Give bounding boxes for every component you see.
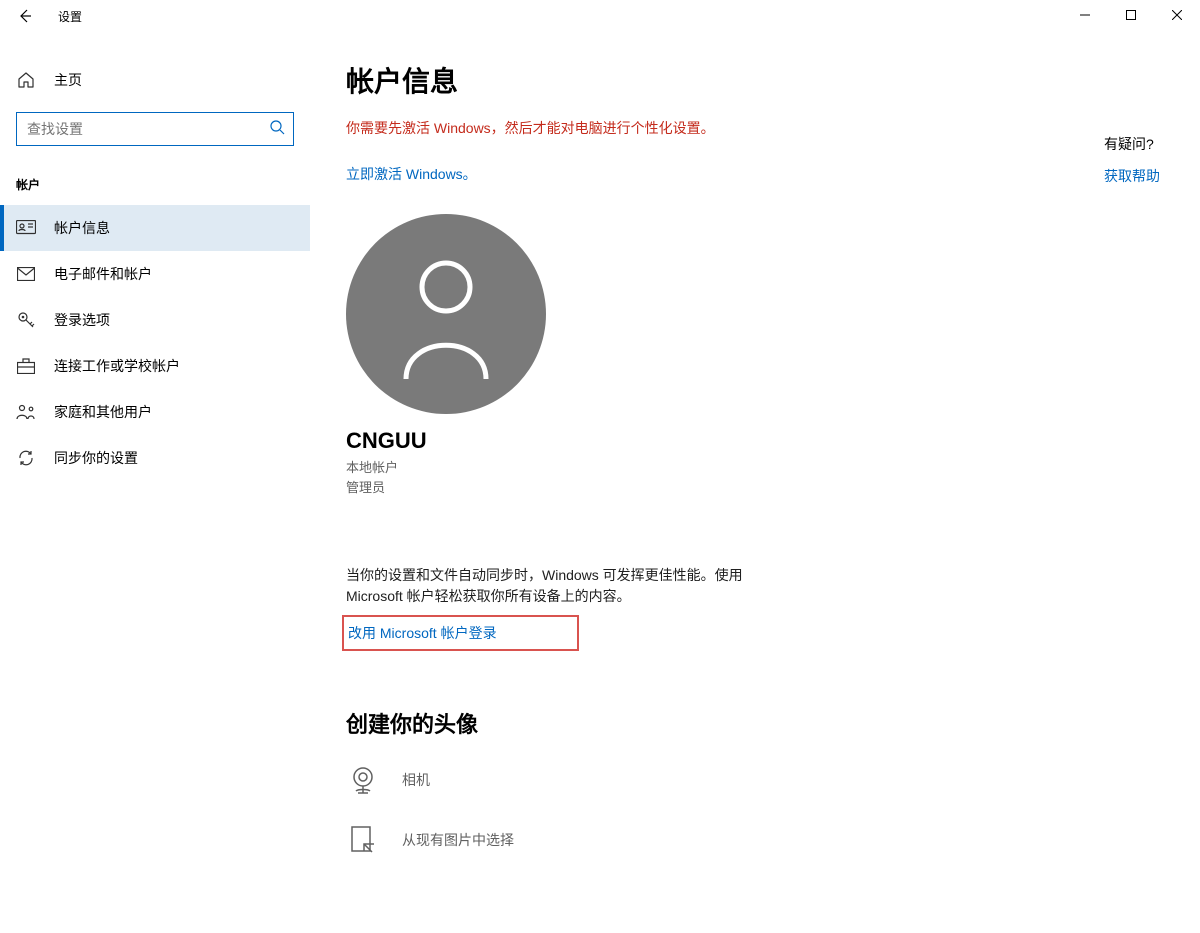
sidebar-item-account-info[interactable]: 帐户信息	[0, 205, 310, 251]
user-avatar	[346, 214, 546, 414]
family-icon	[16, 402, 36, 422]
ms-account-login-link[interactable]: 改用 Microsoft 帐户登录	[348, 625, 497, 641]
search-icon	[269, 119, 285, 140]
get-help-link[interactable]: 获取帮助	[1104, 168, 1160, 184]
key-icon	[16, 310, 36, 330]
back-button[interactable]	[10, 1, 40, 31]
page-title: 帐户信息	[346, 60, 1164, 100]
browse-option[interactable]: 从现有图片中选择	[346, 823, 1164, 857]
sidebar-item-sync[interactable]: 同步你的设置	[0, 435, 310, 481]
home-icon	[16, 70, 36, 90]
sidebar: 主页 帐户 帐户信息 电子邮件和帐户 登录选项	[0, 32, 310, 933]
help-panel: 有疑问? 获取帮助	[1104, 134, 1160, 186]
camera-option[interactable]: 相机	[346, 763, 1164, 797]
account-type: 本地帐户	[346, 458, 1164, 478]
close-button[interactable]	[1154, 0, 1200, 30]
maximize-icon	[1126, 10, 1136, 20]
close-icon	[1172, 10, 1182, 20]
briefcase-icon	[16, 356, 36, 376]
minimize-button[interactable]	[1062, 0, 1108, 30]
search-box[interactable]	[16, 112, 294, 146]
back-arrow-icon	[17, 8, 33, 24]
browse-label: 从现有图片中选择	[402, 830, 514, 850]
camera-icon	[346, 763, 380, 797]
activate-windows-link[interactable]: 立即激活 Windows。	[346, 164, 477, 184]
sidebar-item-label: 帐户信息	[54, 218, 110, 238]
main-content: 帐户信息 你需要先激活 Windows，然后才能对电脑进行个性化设置。 立即激活…	[310, 32, 1200, 933]
sidebar-item-label: 连接工作或学校帐户	[54, 356, 180, 376]
titlebar: 设置	[0, 0, 1200, 32]
camera-label: 相机	[402, 770, 430, 790]
account-role: 管理员	[346, 478, 1164, 498]
maximize-button[interactable]	[1108, 0, 1154, 30]
sidebar-item-label: 登录选项	[54, 310, 110, 330]
sync-description: 当你的设置和文件自动同步时，Windows 可发挥更佳性能。使用 Microso…	[346, 565, 766, 607]
sidebar-section-heading: 帐户	[0, 170, 310, 205]
home-nav[interactable]: 主页	[0, 62, 310, 98]
minimize-icon	[1080, 10, 1090, 20]
account-info-icon	[16, 218, 36, 238]
sidebar-item-label: 家庭和其他用户	[54, 402, 152, 422]
help-title: 有疑问?	[1104, 134, 1160, 154]
search-input[interactable]	[27, 121, 269, 137]
home-label: 主页	[54, 70, 82, 90]
username: CNGUU	[346, 428, 1164, 454]
sync-icon	[16, 448, 36, 468]
activation-warning: 你需要先激活 Windows，然后才能对电脑进行个性化设置。	[346, 118, 1164, 138]
ms-login-highlight: 改用 Microsoft 帐户登录	[342, 615, 579, 651]
sidebar-item-family[interactable]: 家庭和其他用户	[0, 389, 310, 435]
sidebar-item-signin-options[interactable]: 登录选项	[0, 297, 310, 343]
person-icon	[391, 249, 501, 379]
sidebar-item-label: 电子邮件和帐户	[54, 264, 152, 284]
window-title: 设置	[58, 8, 82, 25]
sidebar-item-label: 同步你的设置	[54, 448, 138, 468]
email-icon	[16, 264, 36, 284]
browse-icon	[346, 823, 380, 857]
sidebar-item-email[interactable]: 电子邮件和帐户	[0, 251, 310, 297]
window-controls	[1062, 0, 1200, 30]
sidebar-item-work-school[interactable]: 连接工作或学校帐户	[0, 343, 310, 389]
avatar-section-title: 创建你的头像	[346, 707, 1164, 739]
